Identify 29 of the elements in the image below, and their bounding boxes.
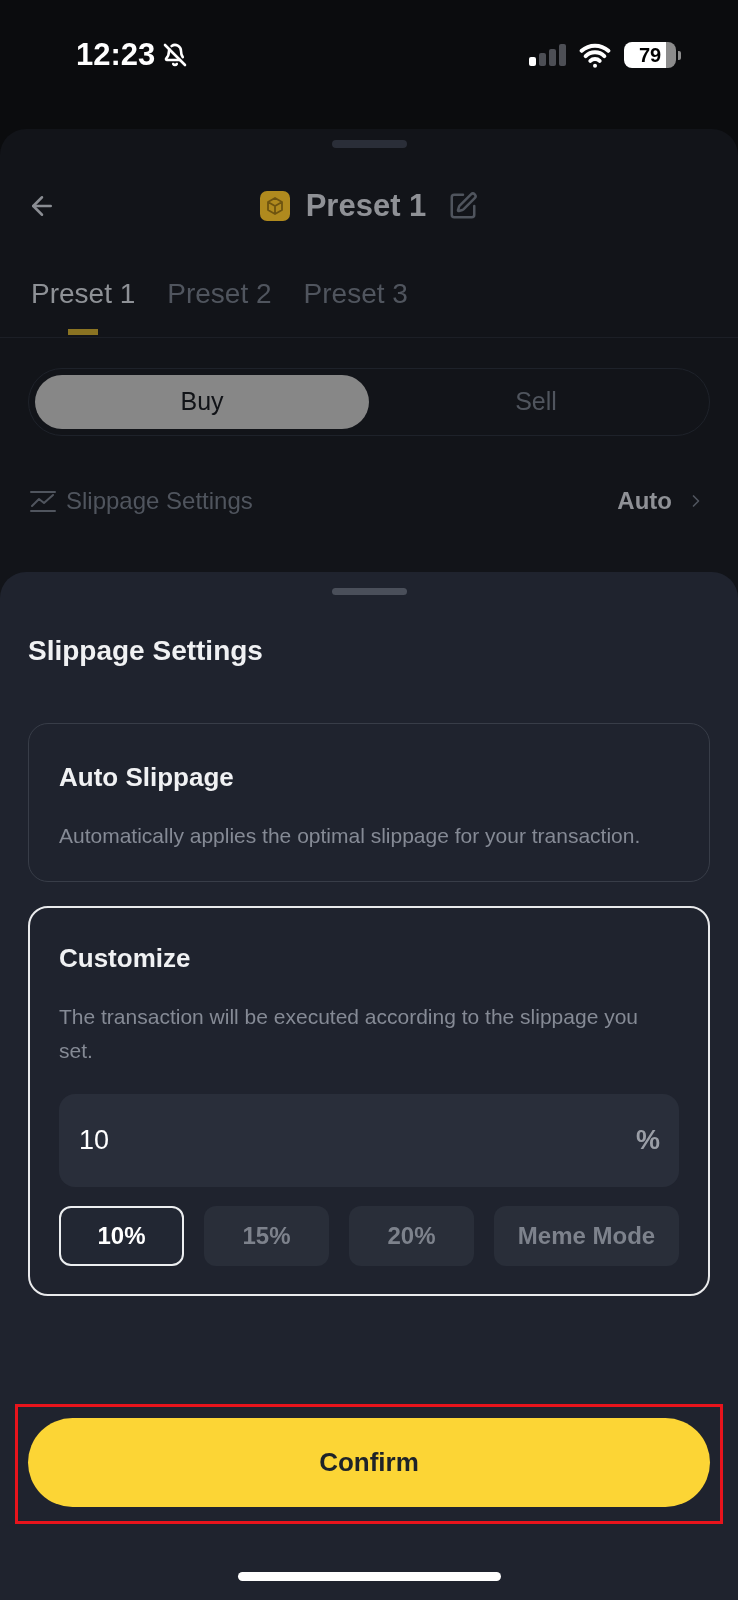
preset-chip[interactable]: 10% bbox=[59, 1206, 184, 1266]
sheet-title: Slippage Settings bbox=[27, 634, 264, 668]
bell-off-icon bbox=[163, 43, 188, 67]
option-description: The transaction will be executed according to the slippage you set. bbox=[59, 1004, 640, 1064]
option-title: Auto Slippage bbox=[59, 761, 235, 793]
option-description: Automatically applies the optimal slippage for your transaction. bbox=[59, 823, 642, 849]
sheet-handle[interactable] bbox=[331, 588, 407, 595]
tab-indicator bbox=[68, 329, 99, 335]
preset-chip[interactable]: Meme Mode bbox=[494, 1206, 679, 1266]
slippage-option-card[interactable]: Auto Slippage Automatically applies the optimal slippage for your transaction. bbox=[28, 723, 710, 882]
preset-chip[interactable]: 15% bbox=[204, 1206, 329, 1266]
option-title: Customize bbox=[59, 942, 192, 974]
status-time: 12:23 bbox=[76, 39, 156, 71]
edit-icon bbox=[448, 191, 479, 221]
confirm-button[interactable]: Confirm bbox=[28, 1418, 710, 1507]
chart-line-icon bbox=[30, 490, 56, 512]
preset-title: Preset 1 bbox=[305, 187, 427, 225]
battery-indicator: 79 bbox=[624, 42, 681, 68]
preset-tab[interactable]: Preset 1 bbox=[31, 277, 136, 335]
percent-unit: % bbox=[636, 1124, 660, 1157]
signal-icon bbox=[529, 44, 566, 66]
edit-button[interactable] bbox=[448, 191, 479, 221]
preset-chip[interactable]: 20% bbox=[349, 1206, 474, 1266]
sheet-handle[interactable] bbox=[331, 140, 407, 148]
slippage-settings-label: Slippage Settings bbox=[66, 486, 253, 516]
cube-icon bbox=[259, 191, 290, 221]
slippage-value[interactable]: Auto bbox=[617, 486, 672, 516]
slippage-option-card[interactable]: Customize The transaction will be executed according to the slippage you set. 10 % 10% 15% 20% Meme Mode bbox=[28, 906, 710, 1296]
side-option[interactable]: Buy bbox=[35, 375, 369, 429]
